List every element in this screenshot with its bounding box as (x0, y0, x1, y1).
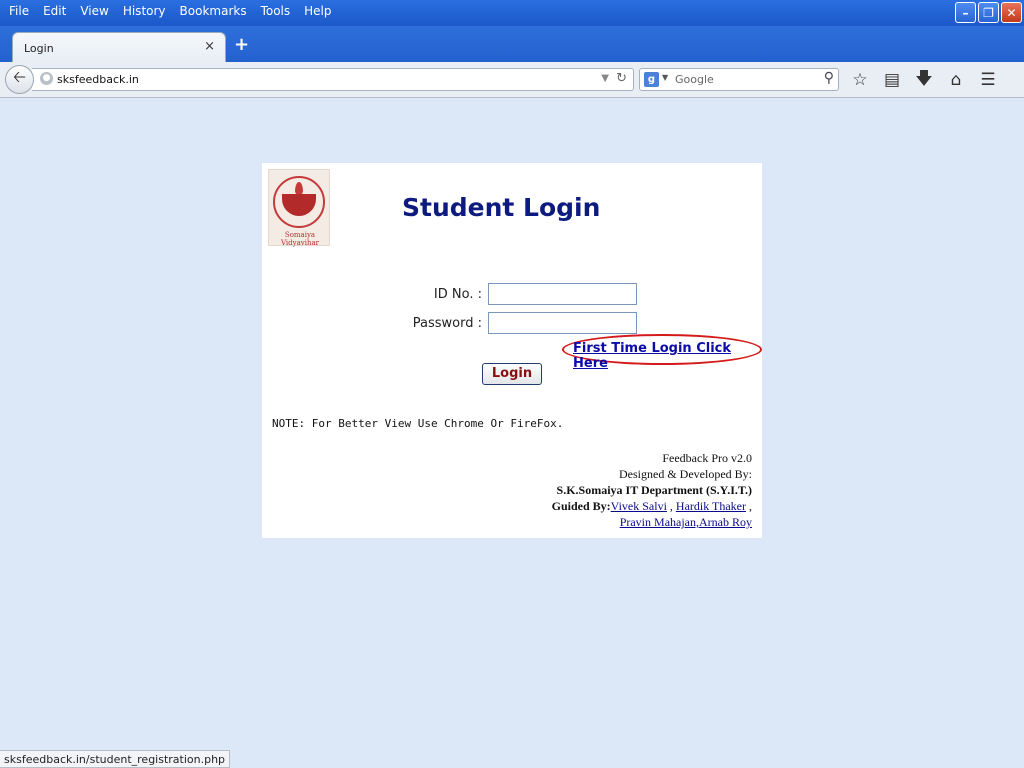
tab-login[interactable]: Login × (12, 32, 226, 62)
navigation-toolbar: ● sksfeedback.in ▼ ↻ 🡠 g ▼ Google ⚲ ☆ ▤ … (0, 62, 1024, 98)
google-icon[interactable]: g (644, 72, 659, 87)
menu-edit[interactable]: Edit (36, 2, 73, 20)
browser-note: NOTE: For Better View Use Chrome Or Fire… (272, 417, 564, 430)
department-text: S.K.Somaiya IT Department (S.Y.I.T.) (556, 483, 752, 497)
close-window-icon[interactable]: ✕ (1001, 2, 1022, 23)
login-card: Somaiya Vidyavihar Student Login ID No. … (262, 163, 762, 538)
password-label: Password : (412, 316, 482, 331)
menu-file[interactable]: File (2, 2, 36, 20)
version-text: Feedback Pro v2.0 (662, 451, 752, 465)
status-bar: sksfeedback.in/student_registration.php (0, 750, 231, 768)
minimize-icon[interactable]: – (955, 2, 976, 23)
back-arrow-icon: 🡠 (13, 67, 26, 86)
back-button[interactable]: 🡠 (5, 65, 34, 94)
guide-link-hardik[interactable]: Hardik Thaker (676, 499, 746, 513)
window-controls: – ❐ ✕ (955, 2, 1022, 23)
tab-title: Login (24, 42, 54, 55)
somaiya-logo: Somaiya Vidyavihar (268, 169, 330, 247)
address-bar[interactable]: ● sksfeedback.in ▼ ↻ (32, 68, 634, 91)
restore-icon[interactable]: ❐ (978, 2, 999, 23)
url-dropdown-icon[interactable]: ▼ (601, 73, 609, 84)
engine-dropdown-icon[interactable]: ▼ (662, 73, 668, 82)
password-input[interactable] (488, 312, 637, 334)
search-bar[interactable]: g ▼ Google ⚲ (639, 68, 839, 91)
downloads-icon[interactable]: 🡇 (912, 68, 936, 92)
guide-link-vivek[interactable]: Vivek Salvi (611, 499, 667, 513)
guided-by-label: Guided By: (551, 499, 611, 513)
url-text[interactable]: sksfeedback.in (57, 73, 139, 86)
menu-icon[interactable]: ☰ (976, 68, 1000, 92)
designed-by-text: Designed & Developed By: (619, 467, 752, 481)
bookmarks-list-icon[interactable]: ▤ (880, 68, 904, 92)
first-time-login-link[interactable]: First Time Login Click Here (573, 341, 762, 371)
home-icon[interactable]: ⌂ (944, 68, 968, 92)
id-label: ID No. : (433, 287, 482, 302)
menu-tools[interactable]: Tools (254, 2, 298, 20)
page-title: Student Login (402, 193, 601, 222)
login-button[interactable]: Login (482, 363, 542, 385)
menu-view[interactable]: View (73, 2, 115, 20)
site-identity-icon[interactable]: ● (40, 72, 53, 85)
menu-help[interactable]: Help (297, 2, 338, 20)
footer-credits: Feedback Pro v2.0 Designed & Developed B… (551, 451, 752, 529)
logo-text: Somaiya Vidyavihar (280, 231, 319, 247)
close-tab-icon[interactable]: × (204, 39, 215, 54)
window-titlebar: File Edit View History Bookmarks Tools H… (0, 0, 1024, 26)
search-icon[interactable]: ⚲ (824, 70, 834, 86)
guide-link-pravin-arnab[interactable]: Pravin Mahajan,Arnab Roy (620, 515, 752, 529)
search-placeholder[interactable]: Google (675, 73, 714, 86)
menu-bar: File Edit View History Bookmarks Tools H… (2, 2, 339, 20)
menu-history[interactable]: History (116, 2, 173, 20)
menu-bookmarks[interactable]: Bookmarks (173, 2, 254, 20)
tab-bar: Login × + (0, 26, 1024, 62)
bookmark-star-icon[interactable]: ☆ (848, 68, 872, 92)
toolbar-icons: ☆ ▤ 🡇 ⌂ ☰ (848, 68, 1000, 92)
new-tab-button[interactable]: + (234, 34, 249, 55)
reload-icon[interactable]: ↻ (616, 71, 627, 86)
id-input[interactable] (488, 283, 637, 305)
